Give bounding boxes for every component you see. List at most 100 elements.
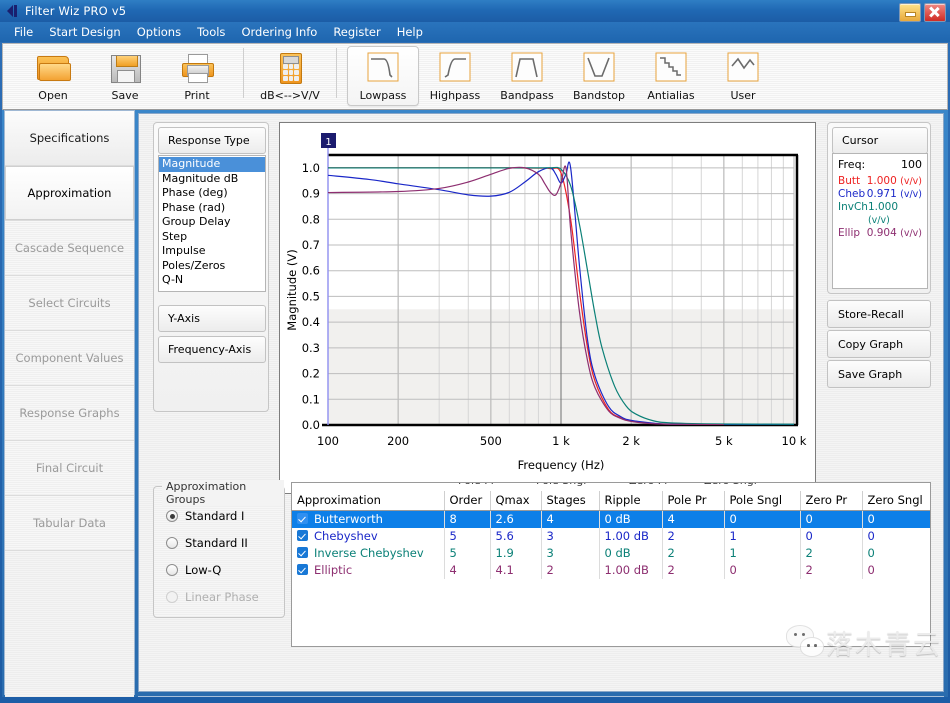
column-header-zero-sngl[interactable]: Zero Sngl [862,491,930,511]
row-checkbox[interactable] [297,513,308,524]
row-checkbox[interactable] [297,564,308,575]
cell-pole-pr: 4 [662,511,724,528]
menu-item-help[interactable]: Help [389,23,431,41]
sidebar-item-final-circuit[interactable]: Final Circuit [5,441,134,496]
cell-zero-sngl: 0 [862,528,930,545]
response-graph[interactable]: 0.00.10.20.30.40.50.60.70.80.91.01002005… [279,122,816,494]
menu-item-start-design[interactable]: Start Design [41,23,128,41]
cursor-readout-name-ellip: Ellip [838,227,860,240]
menu-item-ordering-info[interactable]: Ordering Info [233,23,325,41]
column-header-zero-pr[interactable]: Zero Pr [800,491,862,511]
response-option-poles-zeros[interactable]: Poles/Zeros [159,259,265,274]
cell-qmax: 4.1 [490,562,541,579]
menu-item-tools[interactable]: Tools [189,23,233,41]
table-row[interactable]: Chebyshev 5 5.6 3 1.00 dB 2 1 0 0 [292,528,930,545]
magnitude-plot[interactable]: 0.00.10.20.30.40.50.60.70.80.91.01002005… [280,123,815,493]
minimize-button[interactable] [899,3,921,22]
sidebar-item-approximation[interactable]: Approximation [5,166,134,221]
row-checkbox[interactable] [297,530,308,541]
column-header-order[interactable]: Order [444,491,490,511]
column-header-pole-pr[interactable]: Pole Pr [662,491,724,511]
toolbar-button-user[interactable]: User [707,46,779,106]
frequency-axis-button[interactable]: Frequency-Axis [158,336,266,363]
table-row[interactable]: Inverse Chebyshev 5 1.9 3 0 dB 2 1 2 0 [292,545,930,562]
toolbar-button-bandstop[interactable]: Bandstop [563,46,635,106]
folder-open-icon [34,51,72,85]
cell-qmax: 2.6 [490,511,541,528]
cell-pole-pr: 2 [662,528,724,545]
cell-name: Inverse Chebyshev [292,545,444,562]
cursor-readout-chebyshev: Cheb 0.971 (v/v) [838,188,922,201]
menu-item-register[interactable]: Register [325,23,388,41]
column-header-ripple[interactable]: Ripple [599,491,662,511]
radio-standard-ii[interactable]: Standard II [166,536,248,550]
copy-graph-button[interactable]: Copy Graph [827,330,931,358]
svg-text:0.5: 0.5 [302,289,320,303]
response-option-group-delay[interactable]: Group Delay [159,215,265,230]
column-header-pole-sngl[interactable]: Pole Sngl [724,491,800,511]
approximation-table[interactable]: Pole Pr Pole Sngl Zero Pr Zero Sngl Appr… [291,482,931,647]
approximation-grid[interactable]: Approximation Order Qmax Stages Ripple P… [292,491,931,613]
response-option-phase-deg[interactable]: Phase (deg) [159,186,265,201]
response-option-magnitude[interactable]: Magnitude [159,157,265,172]
radio-standard-i[interactable]: Standard I [166,509,244,523]
cursor-readout-unit-cheb: (v/v) [900,189,922,200]
sidebar-item-specifications[interactable]: Specifications [5,111,134,166]
toolbar-button-save[interactable]: Save [89,46,161,106]
toolbar-button-open[interactable]: Open [17,46,89,106]
response-type-list[interactable]: Magnitude Magnitude dB Phase (deg) Phase… [158,155,266,292]
cursor-readout-name-invch: InvCh [838,201,868,227]
cursor-readout-value-invch: 1.000 [868,201,898,213]
toolbar-separator-2 [336,48,337,98]
wizard-steps-rail: Specifications Approximation Cascade Seq… [4,110,135,695]
column-header-approximation[interactable]: Approximation [292,491,444,511]
sidebar-item-tabular-data[interactable]: Tabular Data [5,496,134,551]
sidebar-item-cascade-sequence[interactable]: Cascade Sequence [5,221,134,276]
svg-text:0.0: 0.0 [302,418,320,432]
ghost-header-pole-sngl: Pole Sngl [536,483,586,487]
radio-low-q[interactable]: Low-Q [166,563,221,577]
table-row[interactable]: Elliptic 4 4.1 2 1.00 dB 2 0 2 0 [292,562,930,579]
table-row[interactable]: Butterworth 8 2.6 4 0 dB 4 0 0 0 [292,511,930,528]
radio-label-standard-ii: Standard II [185,536,248,550]
column-header-stages[interactable]: Stages [541,491,599,511]
cell-zero-sngl: 0 [862,545,930,562]
response-option-impulse[interactable]: Impulse [159,244,265,259]
menu-item-options[interactable]: Options [129,23,189,41]
save-graph-button[interactable]: Save Graph [827,360,931,388]
y-axis-button[interactable]: Y-Axis [158,305,266,332]
svg-text:0.1: 0.1 [302,392,320,406]
cell-order: 4 [444,562,490,579]
ghost-header-zero-sngl: Zero Sngl [704,483,757,487]
column-header-qmax[interactable]: Qmax [490,491,541,511]
sidebar-item-response-graphs[interactable]: Response Graphs [5,386,134,441]
response-option-magnitude-db[interactable]: Magnitude dB [159,172,265,187]
cell-ripple: 1.00 dB [599,528,662,545]
response-option-q-n[interactable]: Q-N [159,273,265,288]
row-checkbox[interactable] [297,547,308,558]
svg-text:Frequency (Hz): Frequency (Hz) [518,458,605,472]
toolbar-button-highpass[interactable]: Highpass [419,46,491,106]
toolbar-button-bandpass[interactable]: Bandpass [491,46,563,106]
toolbar-button-lowpass[interactable]: Lowpass [347,46,419,106]
toolbar-button-print[interactable]: Print [161,46,233,106]
store-recall-button[interactable]: Store-Recall [827,300,931,328]
sidebar-item-component-values[interactable]: Component Values [5,331,134,386]
window-title: Filter Wiz PRO v5 [25,4,126,18]
cell-pole-sngl: 1 [724,528,800,545]
response-option-step[interactable]: Step [159,230,265,245]
cursor-readout-name-butt: Butt [838,175,860,188]
cursor-frequency-row: Freq: 100 [838,158,922,171]
table-row-empty [292,579,930,596]
toolbar-button-db-conversion[interactable]: dB<-->V/V [254,46,326,106]
toolbar-button-antialias[interactable]: Antialias [635,46,707,106]
radio-dot-linear-phase [166,591,178,603]
ghost-header-zero-pr: Zero Pr [629,483,669,487]
response-option-phase-rad[interactable]: Phase (rad) [159,201,265,216]
cell-zero-pr: 0 [800,511,862,528]
sidebar-item-select-circuits[interactable]: Select Circuits [5,276,134,331]
radio-dot-standard-i [166,510,178,522]
menu-item-file[interactable]: File [6,23,41,41]
close-button[interactable] [924,3,946,22]
cell-name: Elliptic [292,562,444,579]
